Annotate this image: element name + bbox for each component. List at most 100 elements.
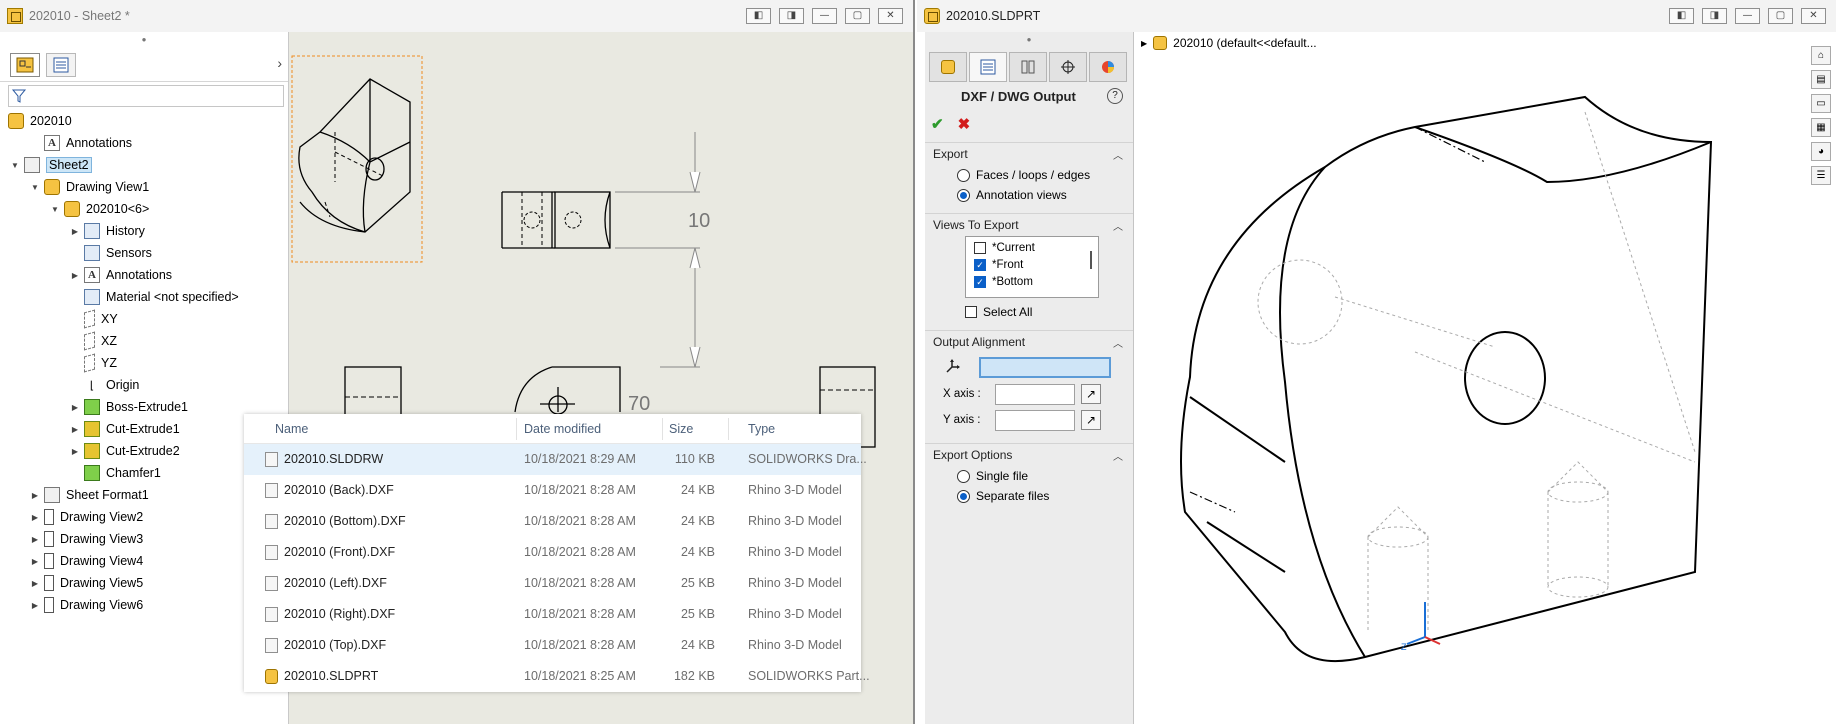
tree-item[interactable]: ▼ Drawing View1 (0, 176, 288, 198)
radio-button[interactable] (957, 489, 970, 503)
expand-arrow-icon[interactable]: ▶ (70, 271, 80, 280)
tab-dimxpert-manager[interactable] (1049, 52, 1087, 82)
minimize-button[interactable]: — (812, 8, 837, 24)
appearances-icon[interactable]: ◕ (1811, 142, 1831, 161)
expand-arrow-icon[interactable]: ▶ (30, 535, 40, 544)
tree-item[interactable]: XZ (0, 330, 288, 352)
reverse-direction-icon[interactable]: ↗ (1081, 384, 1101, 404)
radio-faces-loops-edges[interactable]: Faces / loops / edges (925, 165, 1133, 185)
tab-property-manager[interactable] (46, 52, 76, 77)
minimize-button[interactable]: — (1735, 8, 1760, 24)
graphics-area[interactable]: ▶ 202010 (default<<default... Z ⌂ ▤ ▭ ▦ … (1135, 32, 1835, 724)
tab-feature-manager[interactable] (929, 52, 967, 82)
view-palette-icon[interactable]: ▦ (1811, 118, 1831, 137)
tree-item[interactable]: 202010 (0, 110, 288, 132)
column-type[interactable]: Type (748, 422, 775, 436)
file-row[interactable]: 202010 (Back).DXF 10/18/2021 8:28 AM 24 KB… (244, 475, 861, 506)
tree-item[interactable]: ▶ History (0, 220, 288, 242)
file-row[interactable]: 202010 (Left).DXF 10/18/2021 8:28 AM 25 KB… (244, 568, 861, 599)
expand-arrow-icon[interactable]: ▶ (70, 227, 80, 236)
dimension-text[interactable]: 10 (688, 210, 710, 232)
file-row[interactable]: 202010 (Front).DXF 10/18/2021 8:28 AM 24 K… (244, 537, 861, 568)
views-to-export-title[interactable]: Views To Export ︿ (925, 214, 1133, 236)
tab-property-manager[interactable] (969, 52, 1007, 82)
tree-item[interactable]: XY (0, 308, 288, 330)
radio-button[interactable] (957, 188, 970, 202)
tree-item[interactable]: A Annotations (0, 132, 288, 154)
close-button[interactable]: ✕ (1801, 8, 1826, 24)
file-row[interactable]: 202010.SLDPRT 10/18/2021 8:25 AM 182 KB SOL… (244, 661, 870, 692)
design-library-icon[interactable]: ▤ (1811, 70, 1831, 89)
column-date[interactable]: Date modified (524, 422, 601, 436)
panel-grip-icon[interactable]: ● (0, 32, 288, 48)
expand-arrow-icon[interactable]: ▶ (30, 579, 40, 588)
collapse-icon[interactable]: ︿ (1113, 448, 1123, 463)
export-options-title[interactable]: Export Options ︿ (925, 444, 1133, 466)
drawing-window-titlebar[interactable]: 202010 - Sheet2 * ◧ ◨ — ▢ ✕ (0, 0, 913, 32)
reverse-direction-icon[interactable]: ↗ (1081, 410, 1101, 430)
tile-right-button[interactable]: ◨ (1702, 8, 1727, 24)
checkbox[interactable]: ✓ (974, 258, 986, 271)
home-icon[interactable]: ⌂ (1811, 46, 1831, 65)
collapse-arrow-icon[interactable]: ▼ (30, 183, 40, 192)
tree-item[interactable]: ▼ 202010<6> (0, 198, 288, 220)
collapse-icon[interactable]: ︿ (1113, 218, 1123, 233)
collapse-icon[interactable]: ︿ (1113, 147, 1123, 162)
file-explorer-icon[interactable]: ▭ (1811, 94, 1831, 113)
file-row[interactable]: 202010.SLDDRW 10/18/2021 8:29 AM 110 KB SOL… (244, 444, 867, 475)
radio-annotation-views[interactable]: Annotation views (925, 185, 1133, 205)
tile-left-button[interactable]: ◧ (1669, 8, 1694, 24)
checkbox[interactable] (974, 241, 986, 254)
file-row[interactable]: 202010 (Top).DXF 10/18/2021 8:28 AM 24 KB R… (244, 630, 861, 661)
filter-input[interactable] (8, 85, 284, 107)
collapse-arrow-icon[interactable]: ▼ (50, 205, 60, 214)
tree-item[interactable]: Sensors (0, 242, 288, 264)
tree-item[interactable]: ⌊ Origin (0, 374, 288, 396)
checkbox[interactable] (965, 306, 977, 318)
tab-configuration-manager[interactable] (1009, 52, 1047, 82)
tree-item[interactable]: ▶ A Annotations (0, 264, 288, 286)
expand-arrow-icon[interactable]: ▶ (70, 425, 80, 434)
help-icon[interactable]: ? (1107, 88, 1123, 104)
tile-left-button[interactable]: ◧ (746, 8, 771, 24)
radio-single-file[interactable]: Single file (925, 466, 1133, 486)
tree-item[interactable]: Material <not specified> (0, 286, 288, 308)
collapse-arrow-icon[interactable]: ▼ (10, 161, 20, 170)
tab-display-manager[interactable] (1089, 52, 1127, 82)
expand-arrow-icon[interactable]: ▶ (30, 557, 40, 566)
maximize-button[interactable]: ▢ (1768, 8, 1793, 24)
y-axis-input[interactable] (995, 409, 1075, 431)
chevron-right-icon[interactable]: › (277, 55, 282, 71)
cancel-button[interactable]: ✖ (958, 115, 971, 133)
view-item-current[interactable]: *Current (966, 239, 1098, 256)
view-item-front[interactable]: ✓ *Front (966, 256, 1098, 273)
export-group-title[interactable]: Export ︿ (925, 143, 1133, 165)
tile-right-button[interactable]: ◨ (779, 8, 804, 24)
expand-arrow-icon[interactable]: ▶ (30, 513, 40, 522)
collapse-icon[interactable]: ︿ (1113, 335, 1123, 350)
file-row[interactable]: 202010 (Bottom).DXF 10/18/2021 8:28 AM 24 … (244, 506, 861, 537)
column-size[interactable]: Size (669, 422, 693, 436)
checkbox[interactable]: ✓ (974, 275, 986, 288)
expand-arrow-icon[interactable]: ▶ (70, 403, 80, 412)
maximize-button[interactable]: ▢ (845, 8, 870, 24)
expand-arrow-icon[interactable]: ▶ (30, 491, 40, 500)
x-axis-input[interactable] (995, 383, 1075, 405)
panel-grip-icon[interactable]: ● (925, 32, 1133, 48)
output-alignment-title[interactable]: Output Alignment ︿ (925, 331, 1133, 353)
radio-button[interactable] (957, 469, 970, 483)
expand-arrow-icon[interactable]: ▶ (30, 601, 40, 610)
expand-arrow-icon[interactable]: ▶ (70, 447, 80, 456)
tab-feature-tree[interactable] (10, 52, 40, 77)
origin-input[interactable] (979, 356, 1111, 378)
radio-button[interactable] (957, 168, 970, 182)
tree-item[interactable]: YZ (0, 352, 288, 374)
ok-button[interactable]: ✔ (931, 115, 944, 133)
custom-properties-icon[interactable]: ☰ (1811, 166, 1831, 185)
part-window-titlebar[interactable]: 202010.SLDPRT ◧ ◨ — ▢ ✕ (917, 0, 1836, 32)
list-scrollbar[interactable] (1090, 251, 1092, 269)
close-button[interactable]: ✕ (878, 8, 903, 24)
view-item-bottom[interactable]: ✓ *Bottom (966, 273, 1098, 290)
tree-item[interactable]: ▼ Sheet2 (0, 154, 288, 176)
views-list[interactable]: *Current ✓ *Front ✓ *Bottom (965, 236, 1099, 298)
